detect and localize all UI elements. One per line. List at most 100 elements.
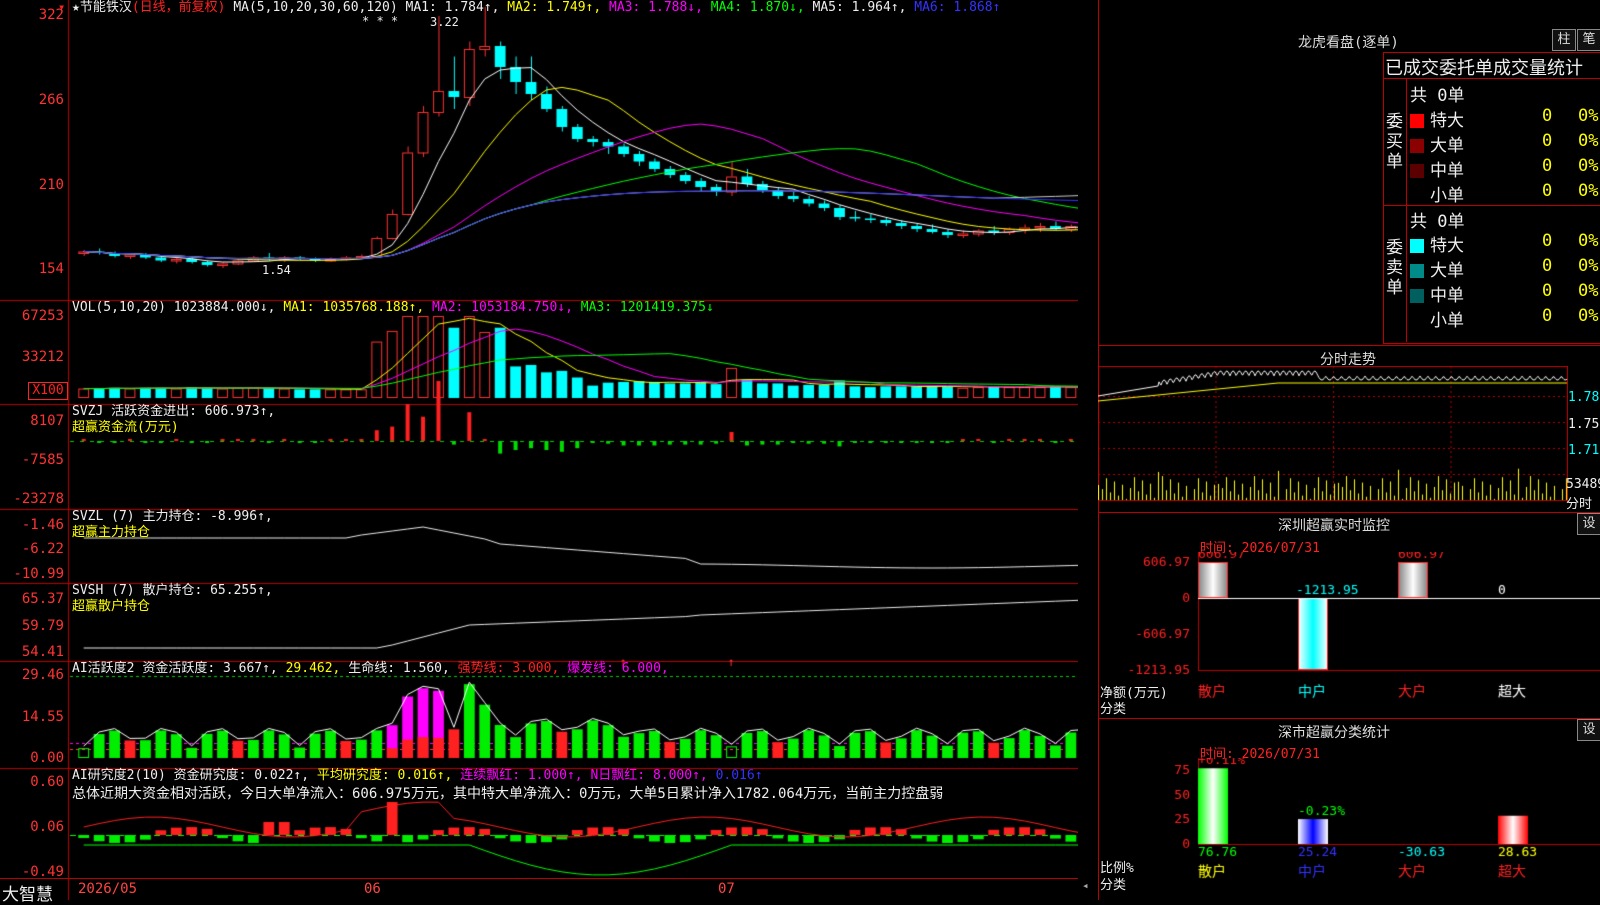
date-tick-jun: 06 [364,881,381,897]
air-blue: 0.016↑ [715,768,763,783]
ai2-burst: 爆发线: 6.000, [567,661,669,676]
sz-class-xlabel: 分类 [1100,878,1127,893]
sell-row: 小单 [1410,306,1464,331]
buy-row: 特大 [1410,106,1464,131]
sz-monitor-chart [1098,552,1600,720]
air-avg: 平均研究度: 0.016↑, [316,768,453,783]
ai2-lifeline: 生命线: 1.560, [348,661,450,676]
tick-view-button[interactable]: 笔 [1577,29,1600,51]
svzl-tick-2: -6.22 [21,541,64,557]
low-mark: 1.54 [262,263,291,277]
column-view-button[interactable]: 柱 [1552,29,1576,51]
svzl-sub: 超赢主力持仓 [72,525,151,540]
sell-row-name: 中单 [1430,286,1464,306]
sell-row-name: 大单 [1430,261,1464,281]
air-value: 资金研究度: 0.022↑, [173,768,310,783]
buy-row-pct: 0% [1578,131,1599,151]
sell-total: 共 0单 [1410,212,1465,232]
price-header: ★节能铁汉(日线，前复权) MA(5,10,20,30,60,120) MA1:… [72,0,1000,16]
svsh-label: SVSH (7) [72,583,135,598]
svzl-header: SVZL (7) 主力持仓: -8.996↑, [72,509,273,525]
intraday-price-2: 1.750 [1568,417,1600,432]
sz-class-settings-button[interactable]: 设 [1577,719,1600,741]
svsh-tick-3: 54.41 [21,644,64,660]
svzl-tick-1: -1.46 [21,517,64,533]
buy-row-pct: 0% [1578,181,1599,201]
ma1-value: MA1: 1.784↑, [405,0,500,15]
buy-row-pct: 0% [1578,156,1599,176]
svzj-header: SVZJ 活跃资金进出: 606.973↑, [72,404,275,420]
ai2-tick-1: 29.46 [21,667,64,683]
kline-chart-canvas[interactable] [0,0,1078,900]
buy-side-label: 委买单 [1386,112,1403,172]
sell-row-name: 小单 [1430,311,1464,331]
svsh-value: 散户持仓: 65.255↑, [142,583,273,598]
buy-color-swatch-icon [1410,139,1424,153]
ma4-value: MA4: 1.870↓, [710,0,805,15]
sell-row: 特大 [1410,231,1464,256]
svsh-header: SVSH (7) 散户持仓: 65.255↑, [72,583,273,599]
price-tick-2: 266 [38,92,64,108]
air-header: AI研究度2(10) 资金研究度: 0.022↑, 平均研究度: 0.016↑,… [72,768,763,784]
sz-monitor-title: 深圳超赢实时监控 [1278,518,1390,534]
vol-label: VOL(5,10,20) [72,300,166,315]
svzj-tick-1: 8107 [30,413,64,429]
vol-tick-1: 67253 [21,308,64,324]
svsh-tick-1: 65.37 [21,591,64,607]
vol-value: 1023884.000↓, [173,300,276,315]
price-tick-4: 154 [38,261,64,277]
buy-color-swatch-icon [1410,189,1424,203]
sell-row-pct: 0% [1578,281,1599,301]
scroll-left-icon[interactable]: ◂ [1082,879,1089,892]
ai2-label: AI活跃度2 [72,661,135,676]
buy-row: 中单 [1410,156,1464,181]
ai2-tick-3: 0.00 [30,750,64,766]
svzj-tick-2: -7585 [21,452,64,468]
buy-row-count: 0 [1542,131,1553,151]
period-label[interactable]: (日线，前复权) [132,0,226,15]
ai2-strong: 强势线: 3.000, [457,661,560,676]
intraday-price-3: 1.715 [1568,443,1600,458]
intraday-vol-unit: 分时 [1566,497,1593,512]
air-red2: N日飘红: 8.000↑, [590,768,708,783]
air-label: AI研究度2(10) [72,768,166,783]
stock-name: 节能铁汉 [79,0,132,15]
event-stars[interactable]: * * * [362,13,398,29]
sell-row-pct: 0% [1578,231,1599,251]
sell-row-count: 0 [1542,231,1553,251]
svzj-sub: 超赢资金流(万元) [72,420,179,435]
buy-row: 大单 [1410,131,1464,156]
sell-side-label: 委卖单 [1386,238,1403,298]
sell-row-pct: 0% [1578,306,1599,326]
svzj-value: 活跃资金进出: 606.973↑, [111,404,276,419]
buy-row-name: 特大 [1430,111,1464,131]
buy-row: 小单 [1410,181,1464,206]
app-logo[interactable]: 大智慧 [2,880,53,905]
ai2-value: 资金活跃度: 3.667↑, [142,661,278,676]
sell-color-swatch-icon [1410,239,1424,253]
vol-tick-2: 33212 [21,349,64,365]
high-mark: 3.22 [430,15,459,29]
ma6-value: MA6: 1.868↑ [914,0,1001,15]
favorite-star-icon[interactable]: ★ [72,0,80,15]
svzl-tick-3: -10.99 [13,566,64,582]
buy-color-swatch-icon [1410,114,1424,128]
sell-row-pct: 0% [1578,256,1599,276]
lhb-title: 龙虎看盘(逐单) [1298,35,1399,51]
buy-row-name: 大单 [1430,136,1464,156]
buy-color-swatch-icon [1410,164,1424,178]
vol-ma1: MA1: 1035768.188↑, [283,300,425,315]
vol-unit-badge[interactable]: X100 [28,382,68,400]
sell-color-swatch-icon [1410,289,1424,303]
vol-ma3: MA3: 1201419.375↓ [580,300,714,315]
sell-row: 中单 [1410,281,1464,306]
intraday-price-1: 1.785 [1568,390,1600,405]
intraday-chart[interactable] [1098,366,1568,510]
air-tick-2: 0.06 [30,819,64,835]
svsh-sub: 超赢散户持仓 [72,599,151,614]
ma3-value: MA3: 1.788↓, [609,0,703,15]
sell-row-count: 0 [1542,306,1553,326]
ai2-value2: 29.462, [285,661,341,676]
ai2-tick-2: 14.55 [21,709,64,725]
sz-monitor-settings-button[interactable]: 设 [1577,513,1600,535]
